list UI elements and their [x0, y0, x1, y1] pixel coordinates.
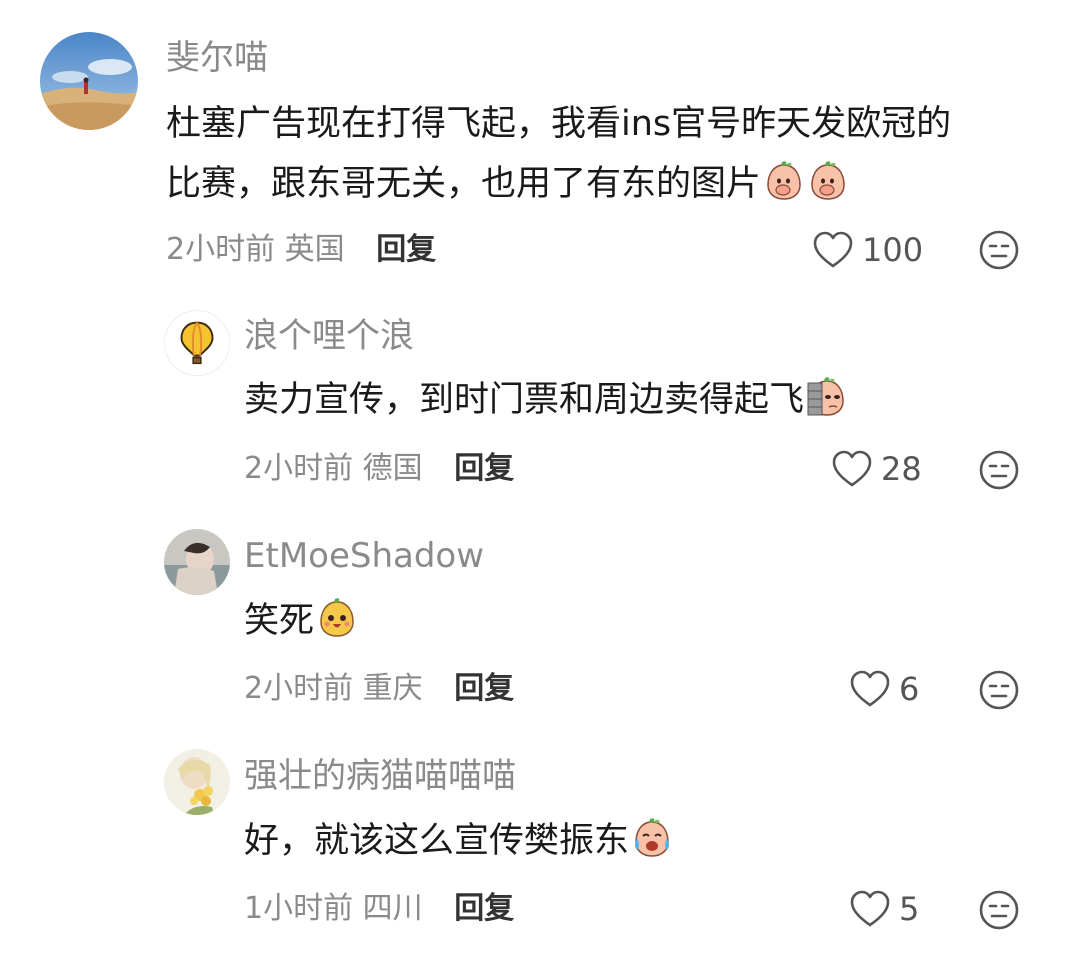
comment-text: 卖力宣传，到时门票和周边卖得起飞 [244, 370, 848, 430]
comment-meta: 2小时前 德国 回复 [244, 449, 514, 489]
dislike-button[interactable] [977, 888, 1021, 932]
comment-text-line: 杜塞广告现在打得飞起，我看ins官号昨天发欧冠的 [166, 104, 952, 144]
like-count: 28 [881, 450, 922, 488]
user-avatar[interactable] [164, 529, 230, 595]
reply-button[interactable]: 回复 [376, 232, 436, 267]
crying-laughing-emoji-icon [631, 816, 673, 858]
flowers-icon [164, 749, 230, 815]
comment-location: 英国 [284, 232, 345, 267]
peeking-wall-emoji-icon [806, 375, 848, 417]
dislike-button[interactable] [977, 668, 1021, 712]
like-button[interactable]: 28 [831, 447, 922, 491]
username[interactable]: 强壮的病猫喵喵喵 [244, 756, 516, 796]
like-count: 6 [899, 670, 920, 708]
comment-text: 笑死 [244, 591, 358, 651]
covering-mouth-emoji-icon [763, 159, 805, 201]
username[interactable]: 浪个哩个浪 [244, 316, 414, 356]
dislike-button[interactable] [977, 228, 1021, 272]
comment-meta: 2小时前 重庆 回复 [244, 669, 514, 709]
dislike-button[interactable] [977, 448, 1021, 492]
comment-time: 2小时前 [244, 671, 354, 706]
unamused-face-icon [979, 450, 1019, 490]
desert-landscape-icon [40, 32, 138, 130]
username[interactable]: 斐尔喵 [166, 38, 268, 78]
reply-button[interactable]: 回复 [454, 451, 514, 486]
user-avatar[interactable] [164, 310, 230, 376]
like-count: 100 [862, 231, 924, 269]
reply-button[interactable]: 回复 [454, 671, 514, 706]
comment-text-segment: 比赛，跟东哥无关，也用了有东的图片 [166, 164, 762, 204]
heart-icon [850, 670, 890, 707]
heart-icon [832, 450, 872, 487]
like-button[interactable]: 5 [849, 887, 919, 931]
covering-mouth-emoji-icon [807, 159, 849, 201]
like-button[interactable]: 6 [849, 667, 919, 711]
reply-button[interactable]: 回复 [454, 891, 514, 926]
comment-meta: 1小时前 四川 回复 [244, 889, 514, 929]
comment-meta: 2小时前 英国 回复 [166, 230, 436, 270]
user-avatar[interactable] [164, 749, 230, 815]
unamused-face-icon [979, 670, 1019, 710]
comment-time: 2小时前 [166, 232, 276, 267]
unamused-face-icon [979, 890, 1019, 930]
comment-location: 四川 [362, 891, 423, 926]
comment-text-segment: 好，就该这么宣传樊振东 [244, 821, 630, 861]
comment-time: 2小时前 [244, 451, 354, 486]
comment-location: 重庆 [362, 671, 423, 706]
comment-time: 1小时前 [244, 891, 354, 926]
comment-text: 好，就该这么宣传樊振东 [244, 811, 673, 871]
user-avatar[interactable] [40, 32, 138, 130]
unamused-face-icon [979, 230, 1019, 270]
comment-text-line: 比赛，跟东哥无关，也用了有东的图片 [166, 154, 951, 214]
comment-location: 德国 [362, 451, 423, 486]
comment-text-segment: 卖力宣传，到时门票和周边卖得起飞 [244, 380, 805, 420]
comment-text: 杜塞广告现在打得飞起，我看ins官号昨天发欧冠的 比赛，跟东哥无关，也用了有东的… [166, 94, 951, 214]
heart-icon [813, 231, 853, 268]
comment-text-segment: 笑死 [244, 601, 315, 641]
hot-air-balloon-icon [165, 311, 229, 375]
like-count: 5 [899, 890, 920, 928]
username[interactable]: EtMoeShadow [244, 536, 484, 576]
heart-icon [850, 890, 890, 927]
like-button[interactable]: 100 [812, 228, 923, 272]
person-photo-icon [164, 529, 230, 595]
laughing-emoji-icon [316, 596, 358, 638]
